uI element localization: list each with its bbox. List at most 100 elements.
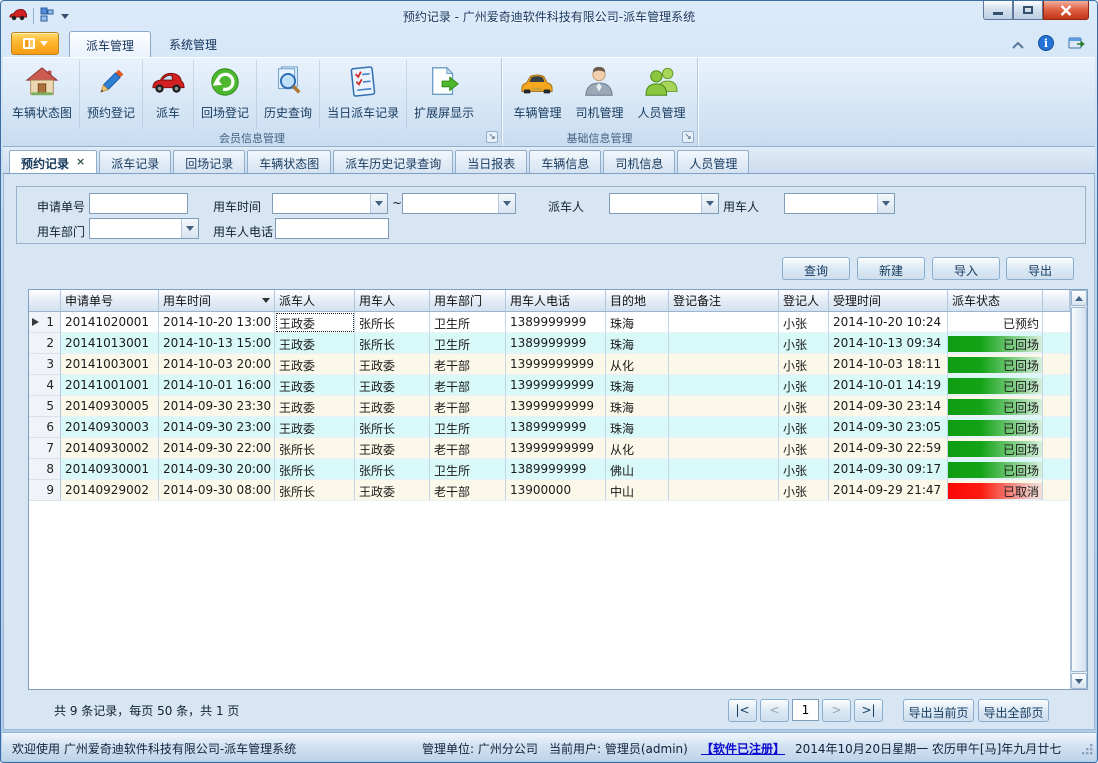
use-time-to-combo[interactable] (402, 193, 516, 214)
reservation-register-button[interactable]: 预约登记 (80, 60, 143, 129)
chevron-down-icon[interactable] (701, 194, 718, 213)
extend-screen-button[interactable]: 扩展屏显示 (407, 60, 481, 129)
cell-use-time[interactable]: 2014-10-20 13:00 (159, 312, 275, 333)
cell-phone[interactable]: 1389999999 (506, 333, 606, 354)
dept-combo[interactable] (89, 218, 199, 239)
cell-dept[interactable]: 老干部 (430, 375, 506, 396)
cell-status[interactable]: 已回场 (948, 375, 1043, 396)
cell-remark[interactable] (669, 396, 779, 417)
cell-order-no[interactable]: 20141020001 (61, 312, 159, 333)
history-query-button[interactable]: 历史查询 (257, 60, 320, 129)
page-number-input[interactable] (792, 699, 819, 721)
car-user-combo[interactable] (784, 193, 895, 214)
collapse-ribbon-icon[interactable] (1012, 38, 1024, 52)
cell-user[interactable]: 张所长 (355, 312, 430, 333)
cell-dept[interactable]: 卫生所 (430, 312, 506, 333)
cell-phone[interactable]: 13900000 (506, 480, 606, 501)
row-header-cell[interactable]: 2 (29, 333, 61, 354)
cell-phone[interactable]: 1389999999 (506, 312, 606, 333)
cell-phone[interactable]: 1389999999 (506, 459, 606, 480)
export-current-page-button[interactable]: 导出当前页 (903, 699, 974, 722)
col-header-use-time[interactable]: 用车时间 (159, 290, 275, 312)
doc-tab-daily-report[interactable]: 当日报表 (455, 150, 527, 173)
row-header-cell[interactable]: 9 (29, 480, 61, 501)
dialog-launcher-icon[interactable]: ↘ (486, 131, 498, 143)
cell-phone[interactable]: 1389999999 (506, 417, 606, 438)
cell-accept-time[interactable]: 2014-10-20 10:24 (829, 312, 948, 333)
driver-manage-button[interactable]: 司机管理 (568, 60, 630, 129)
cell-dest[interactable]: 珠海 (606, 396, 669, 417)
cell-accept-time[interactable]: 2014-09-30 23:14 (829, 396, 948, 417)
cell-dept[interactable]: 卫生所 (430, 333, 506, 354)
create-button[interactable]: 新建 (857, 257, 925, 280)
row-header-cell[interactable]: 8 (29, 459, 61, 480)
cell-dispatcher[interactable]: 张所长 (275, 438, 355, 459)
doc-tab-driver-info[interactable]: 司机信息 (603, 150, 675, 173)
info-icon[interactable]: i (1038, 35, 1054, 54)
cell-remark[interactable] (669, 417, 779, 438)
export-button[interactable]: 导出 (1006, 257, 1074, 280)
table-row[interactable]: 5201409300052014-09-30 23:30王政委王政委老干部139… (29, 396, 1070, 417)
cell-use-time[interactable]: 2014-10-13 15:00 (159, 333, 275, 354)
dispatcher-combo[interactable] (609, 193, 719, 214)
table-row[interactable]: 8201409300012014-09-30 20:00张所长张所长卫生所138… (29, 459, 1070, 480)
cell-accept-time[interactable]: 2014-09-30 23:05 (829, 417, 948, 438)
cell-accept-time[interactable]: 2014-09-29 21:47 (829, 480, 948, 501)
cell-dept[interactable]: 老干部 (430, 354, 506, 375)
chevron-down-icon[interactable] (877, 194, 894, 213)
cell-registrar[interactable]: 小张 (779, 459, 829, 480)
cell-dest[interactable]: 珠海 (606, 312, 669, 333)
table-row[interactable]: 7201409300022014-09-30 22:00张所长王政委老干部139… (29, 438, 1070, 459)
cell-phone[interactable]: 13999999999 (506, 438, 606, 459)
cell-order-no[interactable]: 20140930002 (61, 438, 159, 459)
cell-use-time[interactable]: 2014-09-30 22:00 (159, 438, 275, 459)
cell-status[interactable]: 已取消 (948, 480, 1043, 501)
row-header-cell[interactable]: 5 (29, 396, 61, 417)
doc-tab-return-records[interactable]: 回场记录 (173, 150, 245, 173)
col-header-user[interactable]: 用车人 (355, 290, 430, 312)
people-manage-button[interactable]: 人员管理 (631, 60, 693, 129)
cell-dispatcher[interactable]: 王政委 (275, 375, 355, 396)
cell-order-no[interactable]: 20140930005 (61, 396, 159, 417)
cell-remark[interactable] (669, 480, 779, 501)
doc-tab-dispatch-records[interactable]: 派车记录 (99, 150, 171, 173)
col-header-dest[interactable]: 目的地 (606, 290, 669, 312)
cell-use-time[interactable]: 2014-10-03 20:00 (159, 354, 275, 375)
chevron-down-icon[interactable] (370, 194, 387, 213)
cell-use-time[interactable]: 2014-09-30 20:00 (159, 459, 275, 480)
col-header-order-no[interactable]: 申请单号 (61, 290, 159, 312)
close-button[interactable] (1043, 1, 1089, 20)
cell-status[interactable]: 已回场 (948, 396, 1043, 417)
cell-dispatcher[interactable]: 王政委 (275, 354, 355, 375)
doc-tab-reservation-records[interactable]: 预约记录× (9, 150, 97, 173)
cell-order-no[interactable]: 20141013001 (61, 333, 159, 354)
col-header-registrar[interactable]: 登记人 (779, 290, 829, 312)
row-header-cell[interactable]: 3 (29, 354, 61, 375)
cell-status[interactable]: 已回场 (948, 354, 1043, 375)
table-row[interactable]: 4201410010012014-10-01 16:00王政委王政委老干部139… (29, 375, 1070, 396)
export-all-pages-button[interactable]: 导出全部页 (978, 699, 1049, 722)
cell-accept-time[interactable]: 2014-09-30 22:59 (829, 438, 948, 459)
vehicle-manage-button[interactable]: 车辆管理 (506, 60, 568, 129)
col-header-status[interactable]: 派车状态 (948, 290, 1043, 312)
cell-registrar[interactable]: 小张 (779, 396, 829, 417)
cell-accept-time[interactable]: 2014-10-01 14:19 (829, 375, 948, 396)
cell-user[interactable]: 张所长 (355, 333, 430, 354)
cell-status[interactable]: 已回场 (948, 459, 1043, 480)
row-header-cell[interactable]: 7 (29, 438, 61, 459)
switch-window-icon[interactable] (1068, 36, 1085, 54)
license-registered-link[interactable]: 【软件已注册】 (701, 740, 785, 757)
vehicle-status-map-button[interactable]: 车辆状态图 (5, 60, 80, 129)
cell-phone[interactable]: 13999999999 (506, 375, 606, 396)
cell-dept[interactable]: 老干部 (430, 396, 506, 417)
cell-registrar[interactable]: 小张 (779, 480, 829, 501)
minimize-button[interactable] (983, 1, 1013, 20)
dispatch-button[interactable]: 派车 (143, 60, 194, 129)
cell-registrar[interactable]: 小张 (779, 438, 829, 459)
table-row[interactable]: 1201410200012014-10-20 13:00王政委张所长卫生所138… (29, 312, 1070, 333)
phone-input[interactable] (275, 218, 389, 239)
cell-user[interactable]: 王政委 (355, 396, 430, 417)
cell-user[interactable]: 王政委 (355, 375, 430, 396)
next-page-button[interactable]: > (822, 699, 851, 722)
cell-order-no[interactable]: 20141003001 (61, 354, 159, 375)
